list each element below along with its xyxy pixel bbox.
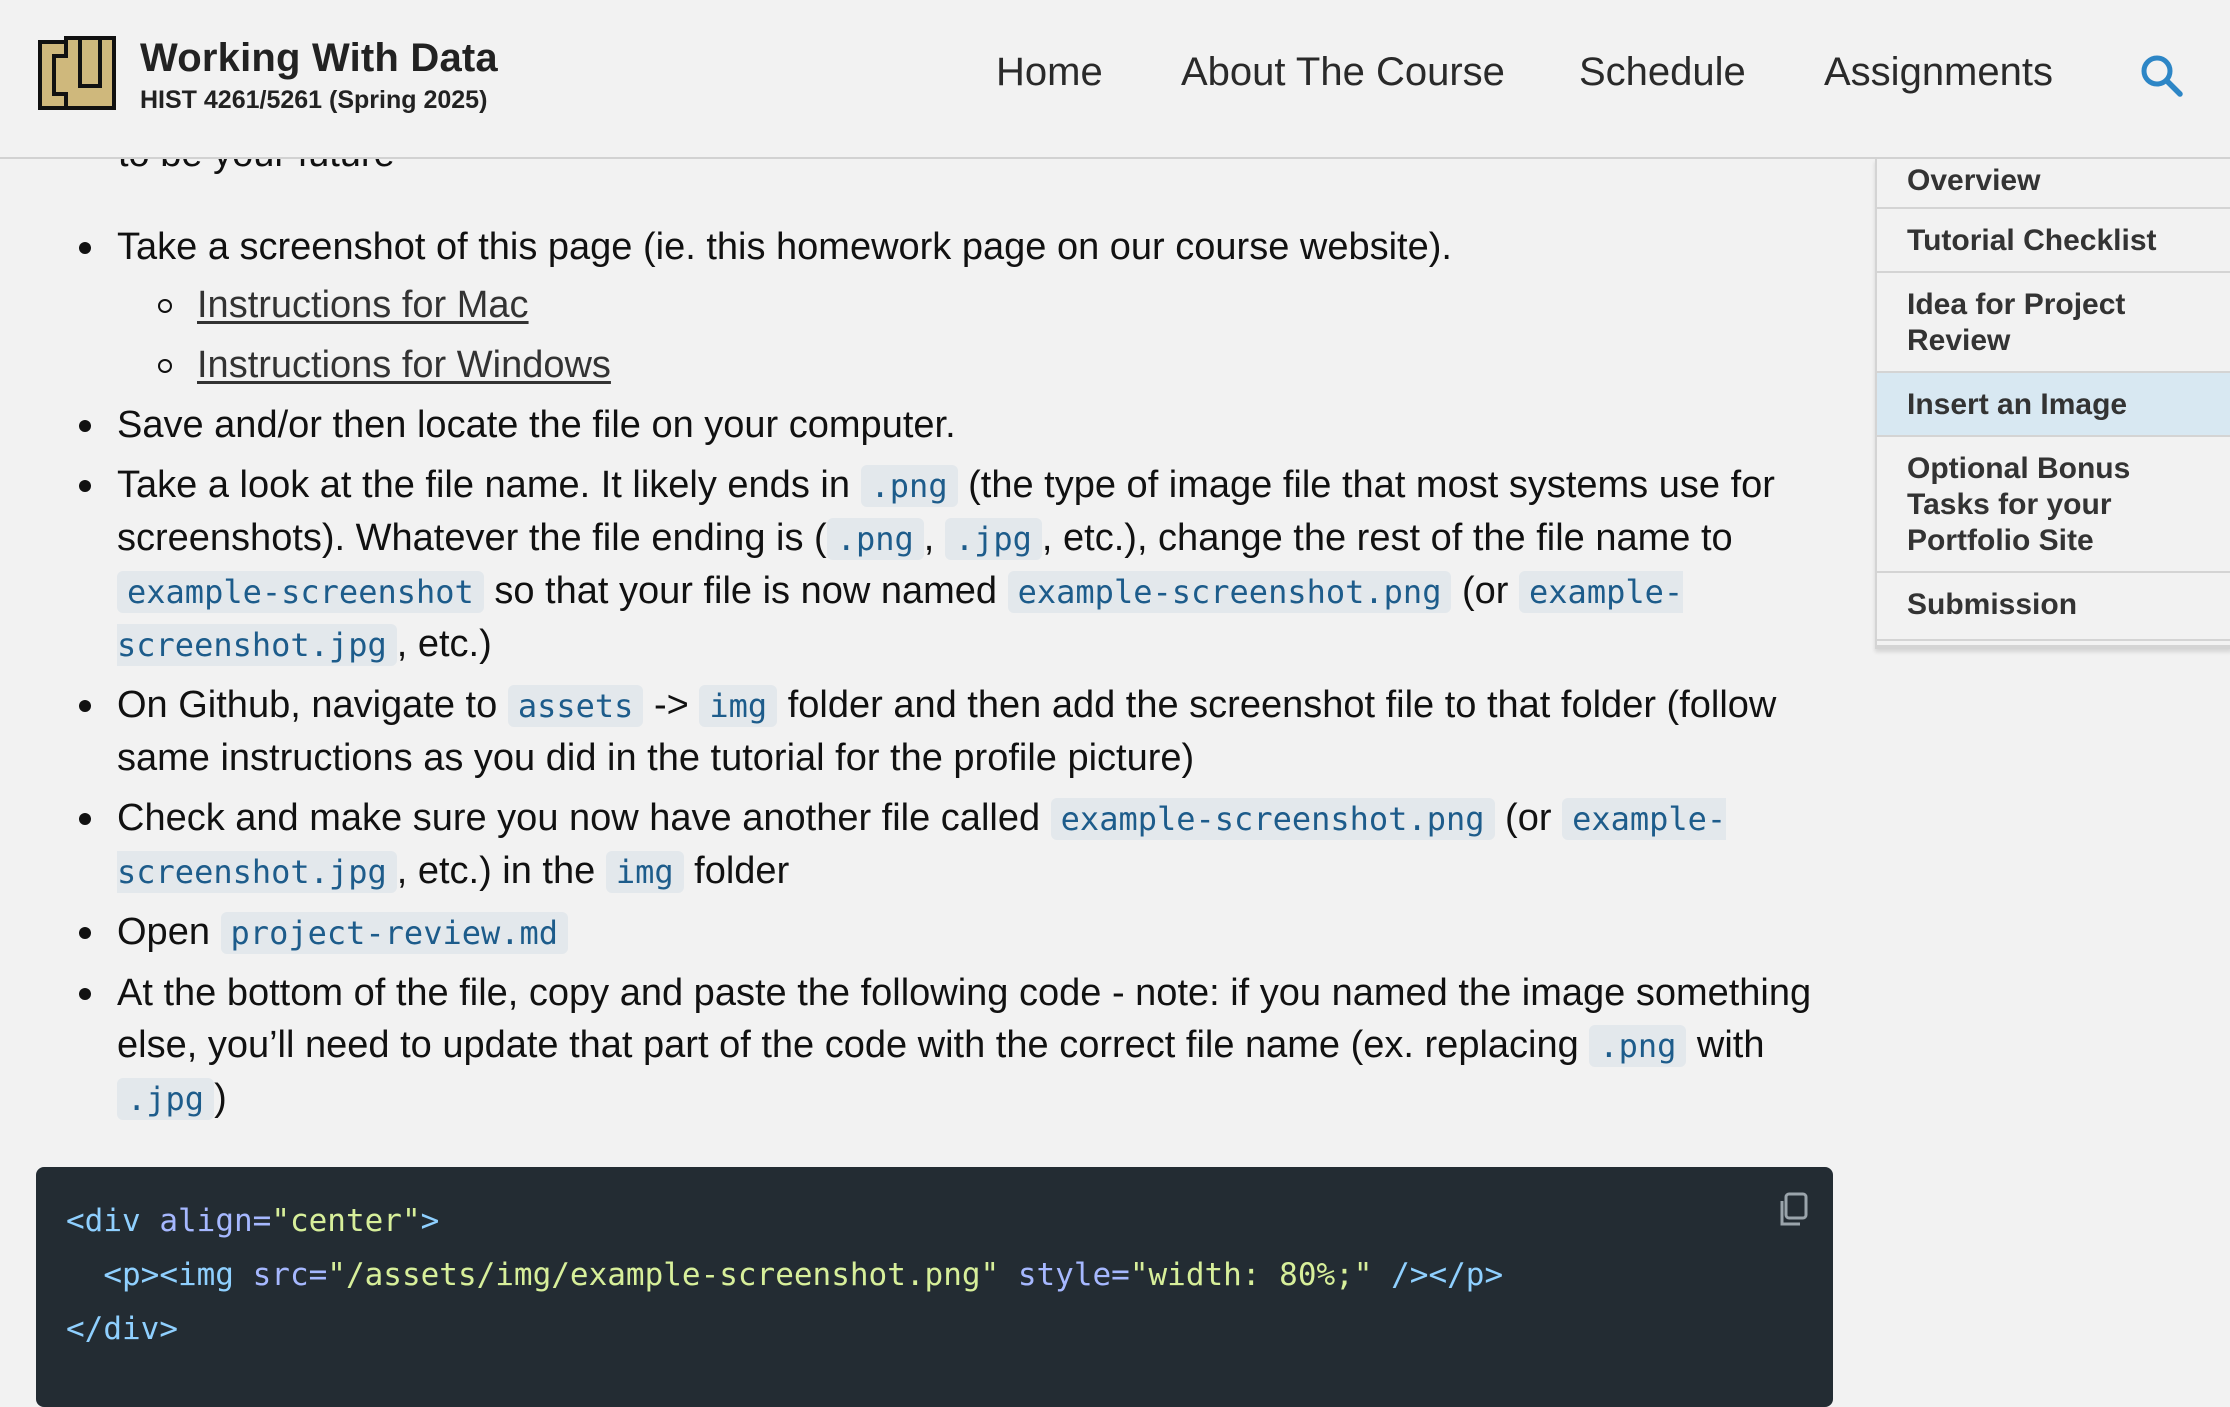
list-item-text: At the bottom of the file, copy and past… <box>117 972 1812 1066</box>
list-item: On Github, navigate to assets -> img fol… <box>0 679 1842 784</box>
sub-list-item: Instructions for Mac <box>117 279 1842 331</box>
list-item-text: Take a screenshot of this page (ie. this… <box>117 226 1452 268</box>
list-item-text: -> <box>643 684 700 726</box>
toc-item-idea-for-project-review[interactable]: Idea for Project Review <box>1877 273 2230 373</box>
list-item-text: Open <box>117 911 221 953</box>
toc-item-label: Optional Bonus Tasks for your Portfolio … <box>1907 452 2131 557</box>
nav-schedule[interactable]: Schedule <box>1579 50 1746 95</box>
site-header: Working With Data HIST 4261/5261 (Spring… <box>0 0 2230 159</box>
cu-logo-icon[interactable] <box>36 34 118 116</box>
inline-code: assets <box>507 685 644 727</box>
sub-list-item: Instructions for Windows <box>117 339 1842 391</box>
code-token: src= <box>252 1257 328 1293</box>
code-token: style= <box>999 1257 1130 1293</box>
sub-list: Instructions for Mac Instructions for Wi… <box>117 279 1842 391</box>
toc-item-submission[interactable]: Submission <box>1877 573 2230 641</box>
code-token: <p><img <box>66 1257 253 1293</box>
table-of-contents: Overview Tutorial Checklist Idea for Pro… <box>1875 159 2230 649</box>
copy-icon[interactable] <box>1776 1191 1810 1229</box>
site-title[interactable]: Working With Data <box>140 36 498 81</box>
inline-code: .png <box>826 518 924 560</box>
clipped-previous-line: to be your future <box>118 159 395 176</box>
list-item: Take a look at the file name. It likely … <box>0 459 1842 671</box>
code-token: <div <box>66 1203 160 1239</box>
code-token: "width: 80%;" <box>1129 1257 1373 1293</box>
list-item-text: ) <box>214 1077 227 1119</box>
nav-home[interactable]: Home <box>996 50 1103 95</box>
list-item: Take a screenshot of this page (ie. this… <box>0 221 1842 391</box>
inline-code: example-screenshot.png <box>1007 571 1452 613</box>
toc-item-optional-bonus-tasks[interactable]: Optional Bonus Tasks for your Portfolio … <box>1877 437 2230 573</box>
list-item: Check and make sure you now have another… <box>0 792 1842 898</box>
code-token: "/assets/img/example-screenshot.png" <box>327 1257 1000 1293</box>
code-block[interactable]: <div align="center"> <p><img src="/asset… <box>36 1167 1833 1407</box>
toc-item-label: Insert an Image <box>1907 388 2128 421</box>
site-subtitle: HIST 4261/5261 (Spring 2025) <box>140 86 488 114</box>
inline-code: project-review.md <box>220 912 569 954</box>
code-token: /></p> <box>1372 1257 1504 1293</box>
instructions-list: Take a screenshot of this page (ie. this… <box>0 221 1860 1133</box>
search-icon[interactable] <box>2138 52 2184 98</box>
toc-item-overview[interactable]: Overview <box>1877 159 2230 209</box>
inline-code: .png <box>1589 1025 1687 1067</box>
code-line-1: <div align="center"> <box>66 1203 439 1239</box>
list-item-text: Check and make sure you now have another… <box>117 797 1051 839</box>
inline-code: img <box>605 851 684 893</box>
inline-code: .jpg <box>117 1078 215 1120</box>
list-item: Save and/or then locate the file on your… <box>0 399 1842 451</box>
toc-item-label: Idea for Project Review <box>1907 288 2126 357</box>
list-item-text: so that your file is now named <box>483 570 1008 612</box>
inline-code: .jpg <box>944 518 1042 560</box>
list-item-text: On Github, navigate to <box>117 684 508 726</box>
nav-assignments[interactable]: Assignments <box>1824 50 2053 95</box>
list-item-text: (or <box>1494 797 1563 839</box>
list-item: Open project-review.md <box>0 906 1842 959</box>
list-item-text: , etc.) <box>396 623 492 665</box>
instructions-windows-link[interactable]: Instructions for Windows <box>197 344 611 386</box>
toc-item-label: Tutorial Checklist <box>1907 224 2157 257</box>
toc-item-tutorial-checklist[interactable]: Tutorial Checklist <box>1877 209 2230 273</box>
toc-item-label: Overview <box>1907 164 2041 197</box>
code-line-3: </div> <box>66 1311 178 1347</box>
list-item-text: , <box>923 517 945 559</box>
instructions-mac-link[interactable]: Instructions for Mac <box>197 284 529 326</box>
toc-item-insert-an-image[interactable]: Insert an Image <box>1877 373 2230 437</box>
list-item-text: folder <box>683 850 790 892</box>
list-item-text: , etc.) in the <box>396 850 606 892</box>
nav-about-the-course[interactable]: About The Course <box>1181 50 1505 95</box>
list-item: At the bottom of the file, copy and past… <box>0 967 1842 1125</box>
code-token: align= <box>159 1203 272 1239</box>
inline-code: example-screenshot.png <box>1050 798 1495 840</box>
inline-code: example-screenshot <box>117 571 484 613</box>
inline-code: .png <box>860 465 958 507</box>
inline-code: img <box>699 685 778 727</box>
list-item-text: with <box>1686 1024 1765 1066</box>
list-item-text: Save and/or then locate the file on your… <box>117 404 956 446</box>
toc-item-label: Submission <box>1907 588 2078 621</box>
code-token: > <box>420 1203 440 1239</box>
code-token: "center" <box>271 1203 421 1239</box>
list-item-text: Take a look at the file name. It likely … <box>117 464 861 506</box>
code-line-2: <p><img src="/assets/img/example-screens… <box>66 1257 1503 1293</box>
list-item-text: (or <box>1451 570 1520 612</box>
list-item-text: , etc.), change the rest of the file nam… <box>1041 517 1733 559</box>
